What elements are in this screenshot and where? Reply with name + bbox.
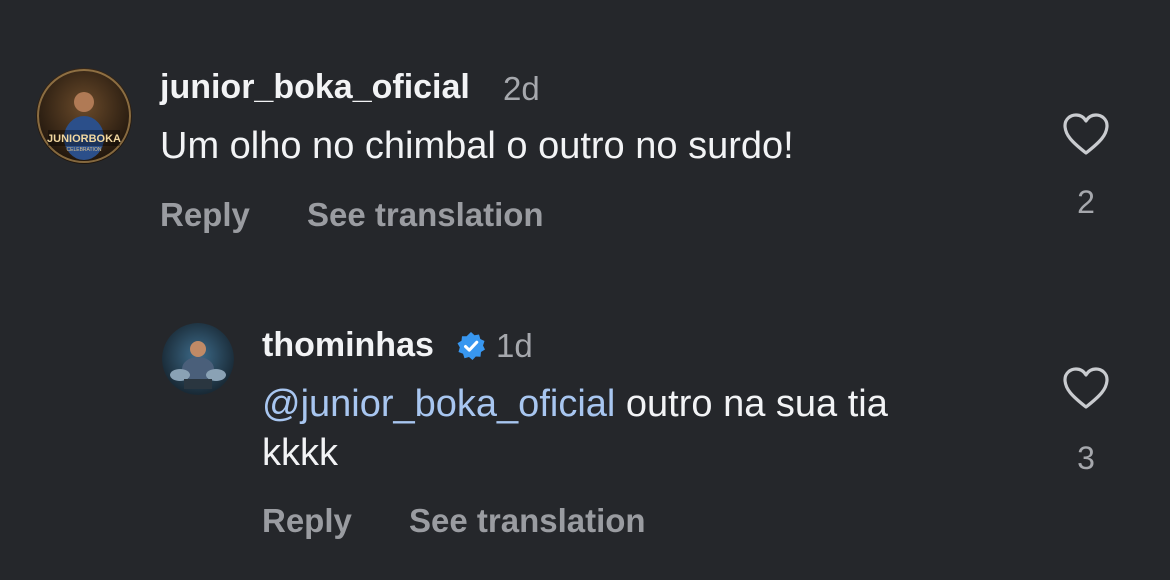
reply-button[interactable]: Reply [160, 196, 250, 234]
reply-button[interactable]: Reply [262, 502, 352, 540]
heart-icon[interactable] [1062, 366, 1110, 410]
mention-link[interactable]: @junior_boka_oficial [262, 383, 615, 425]
see-translation-button[interactable]: See translation [307, 196, 544, 234]
comment-username[interactable]: junior_boka_oficial [160, 68, 470, 107]
avatar-brand-text: JUNIORBOKA [47, 133, 121, 145]
comments-thread: JUNIORBOKA CELEBRATION junior_boka_ofici… [0, 0, 1170, 580]
comment-text-line1: outro na sua tia [615, 383, 888, 425]
avatar-brand-subtext: CELEBRATION [67, 147, 102, 153]
avatar[interactable]: JUNIORBOKA CELEBRATION [36, 68, 132, 164]
comment-text: @junior_boka_oficial outro na sua tia [262, 380, 888, 428]
comment-username[interactable]: thominhas [262, 326, 434, 365]
like-count: 3 [1077, 440, 1095, 476]
avatar[interactable] [162, 323, 234, 395]
verified-badge-icon [457, 332, 485, 360]
comment-text-line2: kkkk [262, 432, 338, 474]
heart-icon[interactable] [1062, 112, 1110, 156]
comment-timestamp: 1d [496, 327, 533, 364]
see-translation-button[interactable]: See translation [409, 502, 646, 540]
comment-text: Um olho no chimbal o outro no surdo! [160, 125, 794, 167]
comment-timestamp: 2d [503, 70, 540, 107]
like-count: 2 [1077, 184, 1095, 220]
